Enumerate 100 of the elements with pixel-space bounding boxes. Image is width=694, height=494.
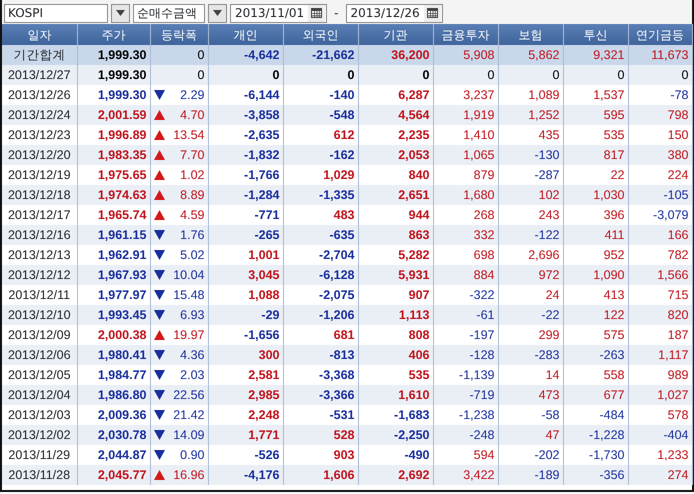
price-cell: 2,045.77 <box>77 465 150 485</box>
value-cell: 1,919 <box>433 105 498 125</box>
value-cell: 528 <box>283 425 358 445</box>
date-cell: 2013/12/06 <box>2 345 77 365</box>
value-cell: 0 <box>563 65 628 85</box>
price-cell: 1,980.41 <box>77 345 150 365</box>
value-cell: 1,566 <box>628 265 692 285</box>
column-header[interactable]: 금융투자 <box>433 24 498 45</box>
change-value: 0 <box>198 66 204 84</box>
calendar-icon <box>311 8 322 18</box>
price-cell: 2,001.59 <box>77 105 150 125</box>
value-cell: 274 <box>628 465 692 485</box>
value-cell: 863 <box>358 225 433 245</box>
value-cell: 9,321 <box>563 45 628 65</box>
value-cell: -29 <box>208 305 283 325</box>
column-header[interactable]: 투신 <box>563 24 628 45</box>
date-cell: 2013/12/18 <box>2 185 77 205</box>
change-value: 10.04 <box>173 266 204 284</box>
change-value: 4.36 <box>180 346 204 364</box>
value-cell: -719 <box>433 385 498 405</box>
column-header[interactable]: 개인 <box>208 24 283 45</box>
date-cell: 2013/12/27 <box>2 65 77 85</box>
value-cell: 2,053 <box>358 145 433 165</box>
value-cell: -2,250 <box>358 425 433 445</box>
value-cell: 5,931 <box>358 265 433 285</box>
change-value: 16.96 <box>173 466 204 484</box>
price-cell: 1,974.63 <box>77 185 150 205</box>
value-cell: 2,651 <box>358 185 433 205</box>
dropdown-button[interactable] <box>111 4 130 22</box>
change-value: 6.93 <box>180 306 204 324</box>
calendar-icon <box>426 8 438 18</box>
value-cell: -22 <box>498 305 563 325</box>
value-cell: 47 <box>498 425 563 445</box>
change-value: 0.90 <box>180 446 204 464</box>
column-header[interactable]: 주가 <box>77 24 150 45</box>
value-cell: 595 <box>563 105 628 125</box>
calendar-button[interactable] <box>308 4 326 22</box>
value-cell: 102 <box>498 185 563 205</box>
value-cell: -21,662 <box>283 45 358 65</box>
value-cell: 3,045 <box>208 265 283 285</box>
date-field[interactable]: 2013/11/01 <box>230 4 328 22</box>
value-cell: -248 <box>433 425 498 445</box>
caret-icon <box>213 10 222 16</box>
value-cell: -813 <box>283 345 358 365</box>
value-cell: 1,606 <box>283 465 358 485</box>
value-cell: 1,680 <box>433 185 498 205</box>
value-cell: 1,030 <box>563 185 628 205</box>
value-cell: -548 <box>283 105 358 125</box>
market-select[interactable]: KOSPI <box>4 4 108 22</box>
value-cell: 0 <box>628 65 692 85</box>
column-header[interactable]: 연기금등 <box>628 24 692 45</box>
calendar-button[interactable] <box>424 4 441 22</box>
value-cell: 36,200 <box>358 45 433 65</box>
value-cell: 411 <box>563 225 628 245</box>
measure-select[interactable]: 순매수금액 <box>133 4 205 22</box>
value-cell: -130 <box>498 145 563 165</box>
change-value: 15.48 <box>173 286 204 304</box>
value-cell: -283 <box>498 345 563 365</box>
value-cell: -1,228 <box>563 425 628 445</box>
value-cell: 972 <box>498 265 563 285</box>
value-cell: 1,027 <box>628 385 692 405</box>
price-cell: 1,993.45 <box>77 305 150 325</box>
value-cell: 677 <box>563 385 628 405</box>
dropdown-button[interactable] <box>208 4 227 22</box>
column-header[interactable]: 외국인 <box>283 24 358 45</box>
change-value: 8.89 <box>180 186 204 204</box>
value-cell: 166 <box>628 225 692 245</box>
change-value: 1.76 <box>180 226 204 244</box>
value-cell: 5,862 <box>498 45 563 65</box>
value-cell: -105 <box>628 185 692 205</box>
value-cell: -4,176 <box>208 465 283 485</box>
date-cell: 2013/12/04 <box>2 385 77 405</box>
change-value: 13.54 <box>173 126 204 144</box>
date-field[interactable]: 2013/12/26 <box>346 4 443 22</box>
column-header[interactable]: 등락폭 <box>150 24 208 45</box>
value-cell: 2,985 <box>208 385 283 405</box>
value-cell: 3,422 <box>433 465 498 485</box>
column-header[interactable]: 보험 <box>498 24 563 45</box>
price-cell: 2,030.78 <box>77 425 150 445</box>
value-cell: 884 <box>433 265 498 285</box>
value-cell: -3,366 <box>283 385 358 405</box>
value-cell: -162 <box>283 145 358 165</box>
value-cell: -189 <box>498 465 563 485</box>
value-cell: 798 <box>628 105 692 125</box>
change-value: 1.02 <box>180 166 204 184</box>
value-cell: -263 <box>563 345 628 365</box>
change-value: 22.56 <box>173 386 204 404</box>
value-cell: 0 <box>498 65 563 85</box>
value-cell: 820 <box>628 305 692 325</box>
value-cell: 1,771 <box>208 425 283 445</box>
column-header[interactable]: 기관 <box>358 24 433 45</box>
value-cell: 0 <box>208 65 283 85</box>
value-cell: 380 <box>628 145 692 165</box>
column-header[interactable]: 일자 <box>2 24 77 45</box>
date-cell: 2013/12/20 <box>2 145 77 165</box>
value-cell: -1,832 <box>208 145 283 165</box>
change-value: 4.59 <box>180 206 204 224</box>
value-cell: -404 <box>628 425 692 445</box>
date-cell: 2013/12/16 <box>2 225 77 245</box>
date-cell: 2013/11/28 <box>2 465 77 485</box>
